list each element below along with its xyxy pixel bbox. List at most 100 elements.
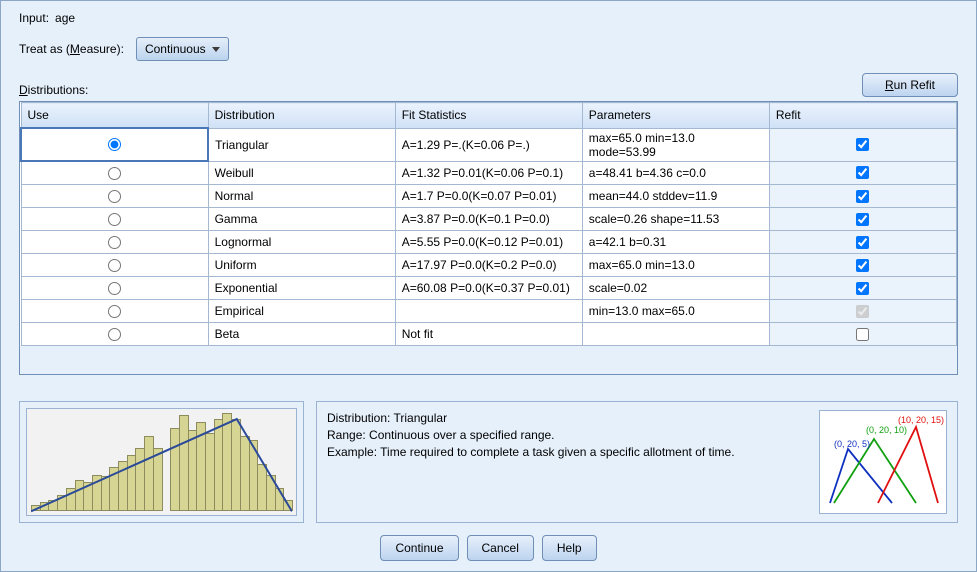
run-refit-button[interactable]: Run Refit xyxy=(862,73,958,97)
col-parameters[interactable]: Parameters xyxy=(582,103,769,129)
refit-checkbox[interactable] xyxy=(856,138,869,151)
distribution-cell: Normal xyxy=(208,185,395,208)
refit-cell[interactable] xyxy=(769,231,956,254)
fit-cell: Not fit xyxy=(395,323,582,346)
refit-checkbox[interactable] xyxy=(856,236,869,249)
table-row[interactable]: UniformA=17.97 P=0.0(K=0.2 P=0.0)max=65.… xyxy=(21,254,957,277)
use-radio[interactable] xyxy=(108,328,121,341)
refit-cell[interactable] xyxy=(769,161,956,185)
fit-cell: A=1.7 P=0.0(K=0.07 P=0.01) xyxy=(395,185,582,208)
parameters-cell xyxy=(582,323,769,346)
continue-button[interactable]: Continue xyxy=(380,535,458,561)
cancel-button[interactable]: Cancel xyxy=(467,535,534,561)
example-distributions: (0, 20, 5) (0, 20, 10) (10, 20, 15) xyxy=(819,410,947,514)
parameters-cell: a=42.1 b=0.31 xyxy=(582,231,769,254)
use-cell[interactable] xyxy=(21,161,208,185)
refit-cell[interactable] xyxy=(769,300,956,323)
histogram-panel xyxy=(19,401,304,523)
use-radio[interactable] xyxy=(108,236,121,249)
help-button[interactable]: Help xyxy=(542,535,597,561)
parameters-cell: mean=44.0 stddev=11.9 xyxy=(582,185,769,208)
refit-checkbox[interactable] xyxy=(856,259,869,272)
parameters-cell: a=48.41 b=4.36 c=0.0 xyxy=(582,161,769,185)
fit-distribution-dialog: Input: age Treat as (Measure): Continuou… xyxy=(0,0,977,572)
table-row[interactable]: NormalA=1.7 P=0.0(K=0.07 P=0.01)mean=44.… xyxy=(21,185,957,208)
refit-cell[interactable] xyxy=(769,277,956,300)
use-radio[interactable] xyxy=(108,190,121,203)
table-row[interactable]: Empiricalmin=13.0 max=65.0 xyxy=(21,300,957,323)
distribution-cell: Weibull xyxy=(208,161,395,185)
use-cell[interactable] xyxy=(21,323,208,346)
fit-cell: A=3.87 P=0.0(K=0.1 P=0.0) xyxy=(395,208,582,231)
use-radio[interactable] xyxy=(108,305,121,318)
refit-cell[interactable] xyxy=(769,323,956,346)
use-radio[interactable] xyxy=(108,213,121,226)
table-row[interactable]: ExponentialA=60.08 P=0.0(K=0.37 P=0.01)s… xyxy=(21,277,957,300)
table-row[interactable]: LognormalA=5.55 P=0.0(K=0.12 P=0.01)a=42… xyxy=(21,231,957,254)
refit-checkbox[interactable] xyxy=(856,328,869,341)
example-label-c: (10, 20, 15) xyxy=(898,415,944,425)
histogram-bars xyxy=(31,413,292,511)
use-cell[interactable] xyxy=(21,128,208,161)
lower-panels: Distribution: Triangular Range: Continuo… xyxy=(19,401,958,523)
table-row[interactable]: WeibullA=1.32 P=0.01(K=0.06 P=0.1)a=48.4… xyxy=(21,161,957,185)
treat-as-dropdown[interactable]: Continuous xyxy=(136,37,229,61)
fit-cell: A=17.97 P=0.0(K=0.2 P=0.0) xyxy=(395,254,582,277)
distribution-cell: Triangular xyxy=(208,128,395,161)
use-radio[interactable] xyxy=(108,167,121,180)
distributions-label: Distributions: xyxy=(19,83,88,97)
table-header-row: Use Distribution Fit Statistics Paramete… xyxy=(21,103,957,129)
treat-as-row: Treat as (Measure): Continuous xyxy=(19,37,958,61)
fit-cell: A=60.08 P=0.0(K=0.37 P=0.01) xyxy=(395,277,582,300)
description-text: Distribution: Triangular Range: Continuo… xyxy=(327,410,807,514)
table-row[interactable]: BetaNot fit xyxy=(21,323,957,346)
use-cell[interactable] xyxy=(21,254,208,277)
distribution-cell: Uniform xyxy=(208,254,395,277)
fit-cell xyxy=(395,300,582,323)
use-cell[interactable] xyxy=(21,300,208,323)
table-body: TriangularA=1.29 P=.(K=0.06 P=.)max=65.0… xyxy=(21,128,957,346)
distributions-table: Use Distribution Fit Statistics Paramete… xyxy=(20,102,957,346)
distribution-cell: Gamma xyxy=(208,208,395,231)
col-use[interactable]: Use xyxy=(21,103,208,129)
refit-checkbox[interactable] xyxy=(856,190,869,203)
input-value: age xyxy=(55,11,75,25)
distribution-cell: Lognormal xyxy=(208,231,395,254)
use-radio[interactable] xyxy=(108,138,121,151)
use-cell[interactable] xyxy=(21,231,208,254)
input-row: Input: age xyxy=(19,11,958,25)
distribution-cell: Empirical xyxy=(208,300,395,323)
table-row[interactable]: GammaA=3.87 P=0.0(K=0.1 P=0.0)scale=0.26… xyxy=(21,208,957,231)
use-cell[interactable] xyxy=(21,277,208,300)
use-cell[interactable] xyxy=(21,208,208,231)
use-cell[interactable] xyxy=(21,185,208,208)
histogram xyxy=(26,408,297,516)
refit-cell[interactable] xyxy=(769,185,956,208)
refit-checkbox[interactable] xyxy=(856,305,869,318)
fit-cell: A=5.55 P=0.0(K=0.12 P=0.01) xyxy=(395,231,582,254)
refit-cell[interactable] xyxy=(769,128,956,161)
fit-cell: A=1.32 P=0.01(K=0.06 P=0.1) xyxy=(395,161,582,185)
input-label: Input: xyxy=(19,11,49,25)
col-distribution[interactable]: Distribution xyxy=(208,103,395,129)
fit-cell: A=1.29 P=.(K=0.06 P=.) xyxy=(395,128,582,161)
use-radio[interactable] xyxy=(108,282,121,295)
parameters-cell: max=65.0 min=13.0 mode=53.99 xyxy=(582,128,769,161)
refit-cell[interactable] xyxy=(769,254,956,277)
table-row[interactable]: TriangularA=1.29 P=.(K=0.06 P=.)max=65.0… xyxy=(21,128,957,161)
histogram-bar xyxy=(153,448,163,511)
col-refit[interactable]: Refit xyxy=(769,103,956,129)
refit-cell[interactable] xyxy=(769,208,956,231)
histogram-bar xyxy=(283,500,293,511)
example-label-a: (0, 20, 5) xyxy=(834,439,870,449)
treat-as-label: Treat as (Measure): xyxy=(19,42,124,56)
refit-checkbox[interactable] xyxy=(856,166,869,179)
distribution-cell: Exponential xyxy=(208,277,395,300)
footer-buttons: Continue Cancel Help xyxy=(19,535,958,561)
parameters-cell: scale=0.26 shape=11.53 xyxy=(582,208,769,231)
use-radio[interactable] xyxy=(108,259,121,272)
distributions-header: Distributions: Run Refit xyxy=(19,73,958,97)
col-fit[interactable]: Fit Statistics xyxy=(395,103,582,129)
refit-checkbox[interactable] xyxy=(856,213,869,226)
refit-checkbox[interactable] xyxy=(856,282,869,295)
